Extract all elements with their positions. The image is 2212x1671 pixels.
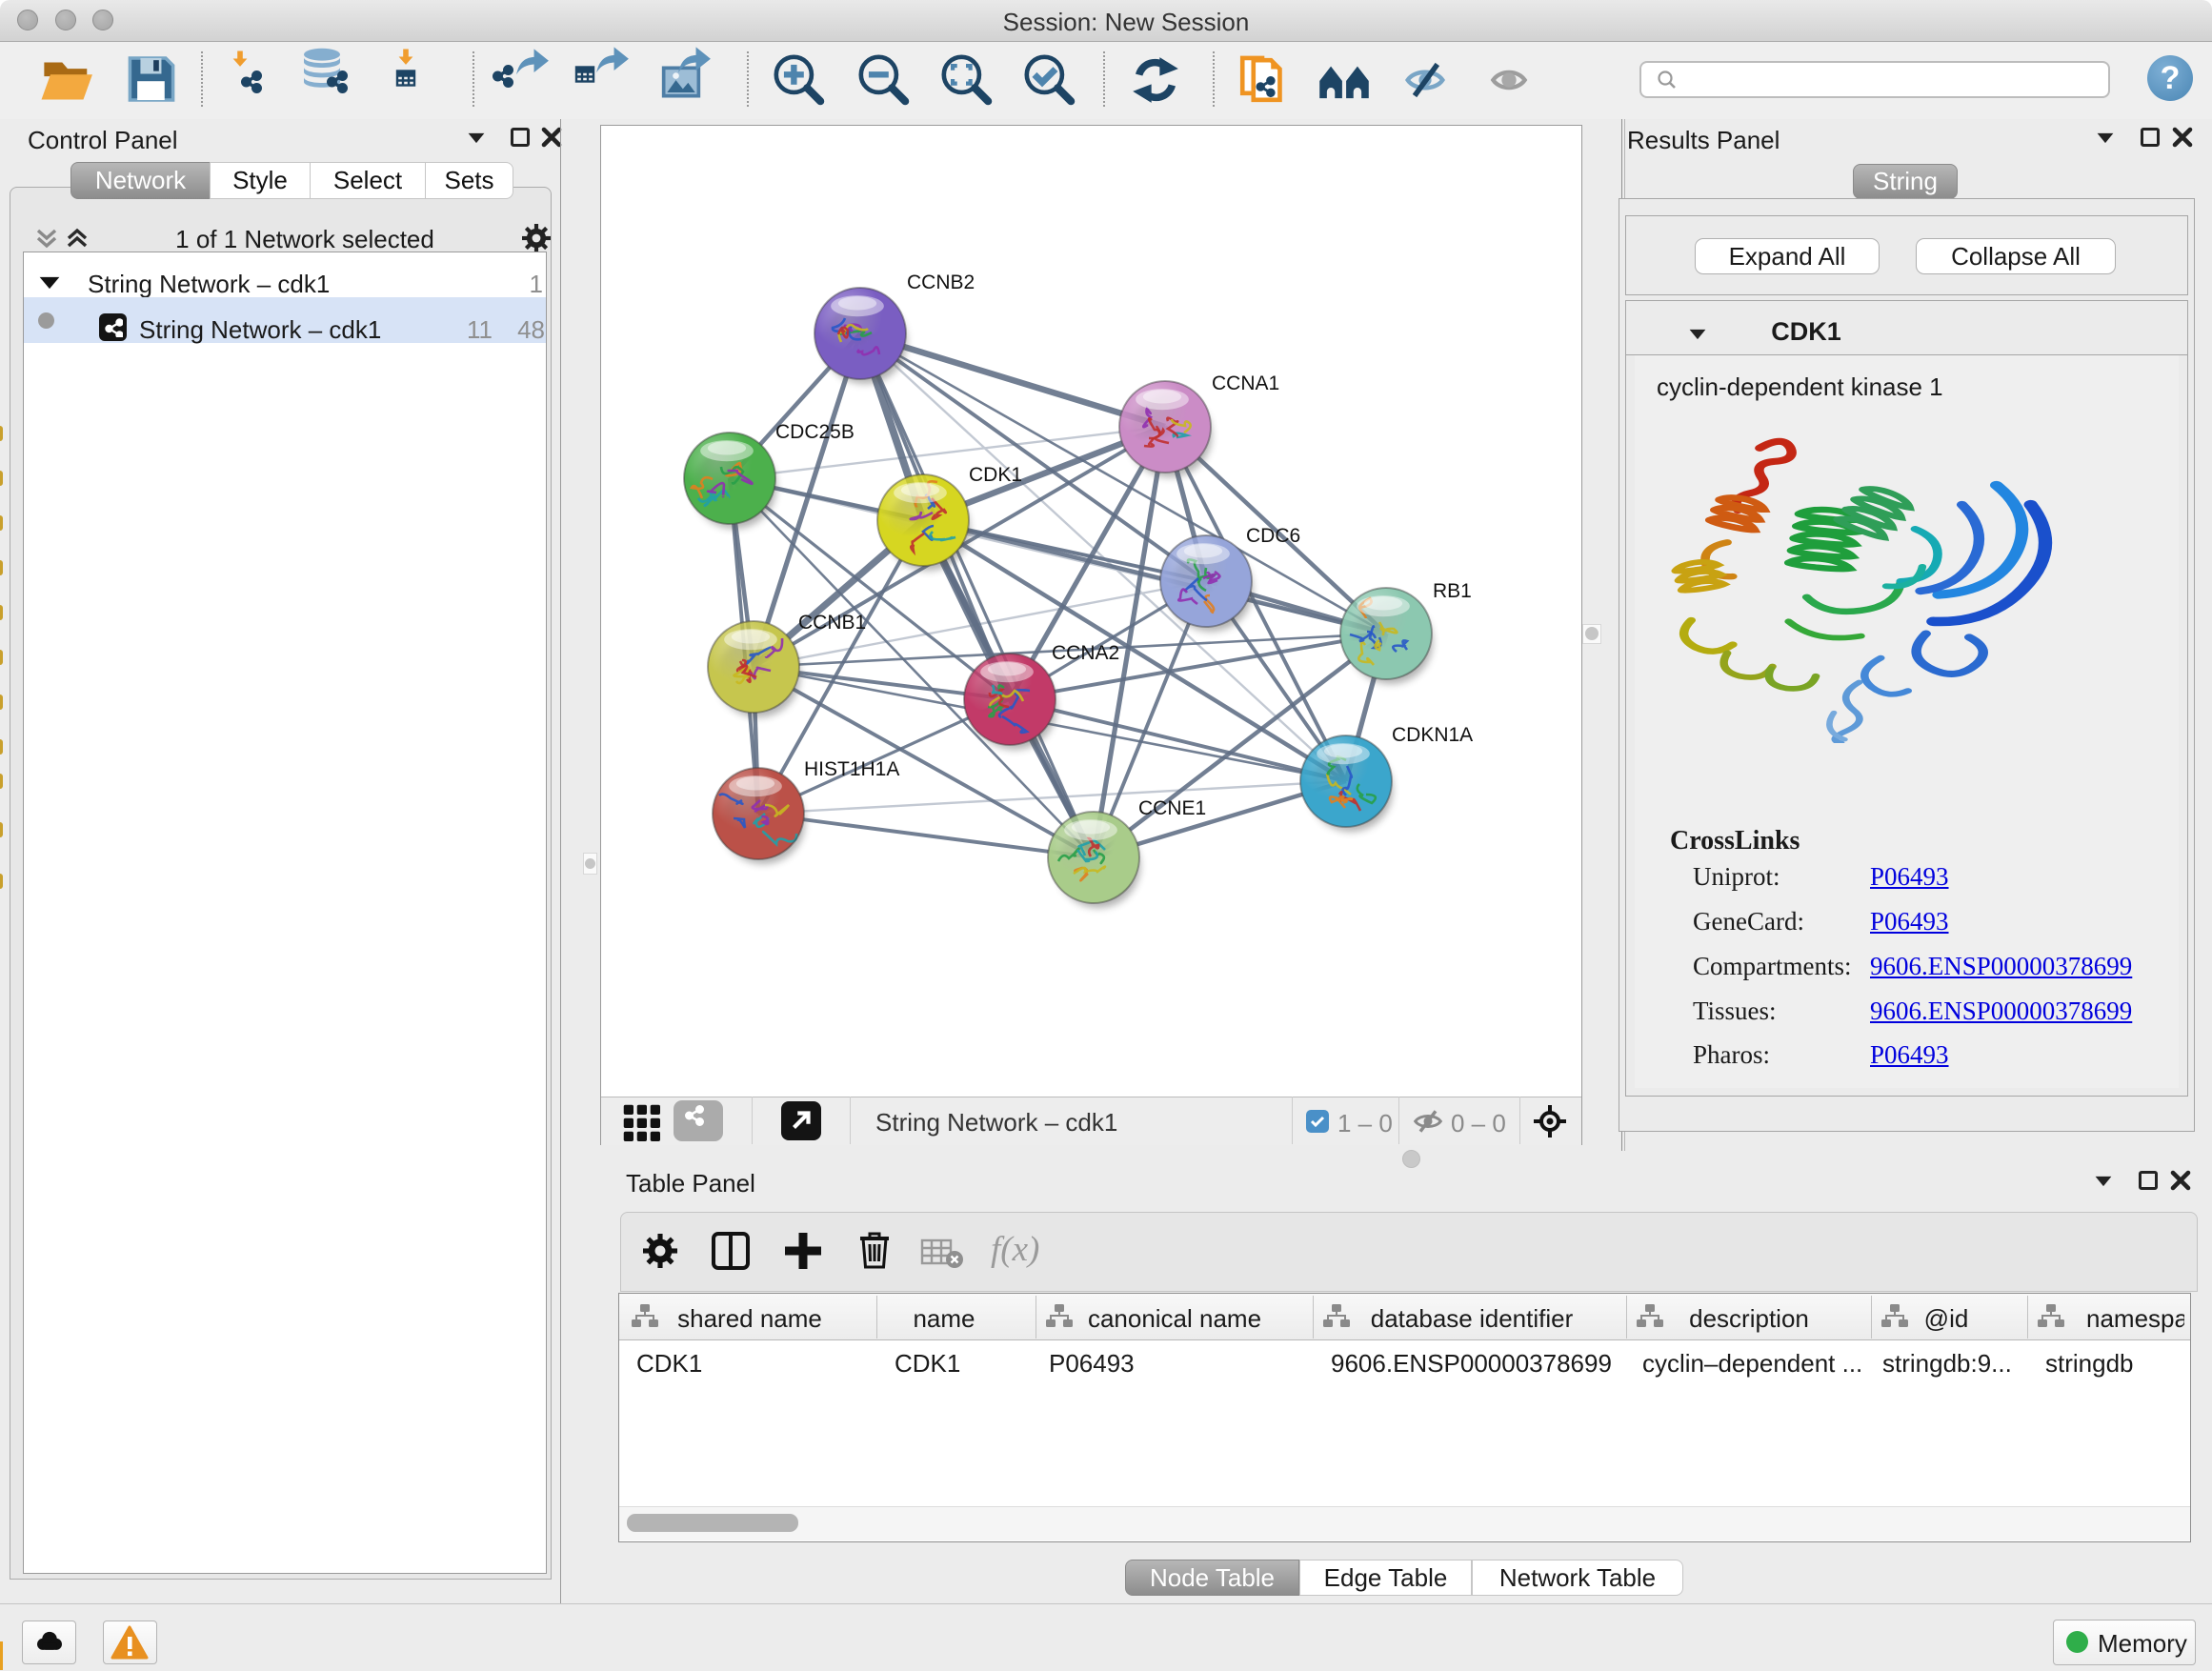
svg-text:CCNA2: CCNA2	[1052, 642, 1119, 664]
svg-text:CDC6: CDC6	[1246, 525, 1300, 547]
svg-text:CCNE1: CCNE1	[1138, 797, 1206, 819]
svg-text:CCNB1: CCNB1	[798, 612, 866, 634]
svg-text:CDK1: CDK1	[969, 464, 1022, 486]
svg-text:CCNB2: CCNB2	[907, 272, 975, 293]
svg-text:CCNA1: CCNA1	[1212, 372, 1279, 394]
svg-text:CDC25B: CDC25B	[775, 421, 855, 443]
svg-text:RB1: RB1	[1433, 580, 1472, 602]
svg-text:CDKN1A: CDKN1A	[1392, 724, 1473, 746]
svg-text:HIST1H1A: HIST1H1A	[804, 758, 899, 780]
